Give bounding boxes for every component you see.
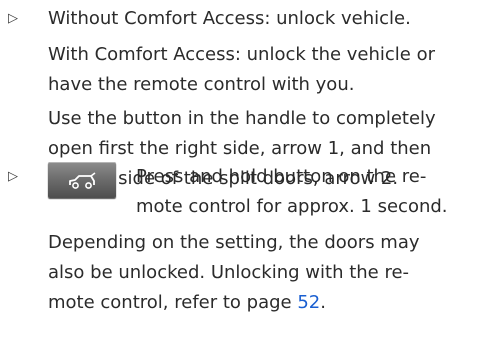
remote-tailgate-button — [48, 162, 116, 198]
list-item-1: Without Comfort Access: unlock vehicle. — [48, 4, 478, 34]
item1-line: Without Comfort Access: unlock vehicle. — [48, 8, 411, 29]
page-reference-link[interactable]: 52 — [297, 292, 320, 313]
paragraph-line: have the remote control with you. — [48, 74, 355, 95]
paragraph-line: Use the button in the handle to complete… — [48, 108, 436, 129]
line-prefix: mote control, refer to page — [48, 292, 298, 313]
paragraph-line: With Comfort Access: unlock the vehicle … — [48, 44, 436, 65]
tailgate-icon — [69, 172, 96, 189]
paragraph-line: Depending on the setting, the doors may — [48, 232, 420, 253]
paragraph-line: also be unlocked. Unlocking with the re- — [48, 262, 410, 283]
paragraph-line-with-link: mote control, refer to page 52. — [48, 288, 478, 318]
manual-page: ▷ Without Comfort Access: unlock vehicle… — [0, 0, 482, 353]
line-suffix: . — [320, 292, 326, 313]
item2-line: mote control for approx. 1 second. — [136, 196, 448, 217]
paragraph-line: open first the right side, arrow 1, and … — [48, 138, 432, 159]
bullet-marker: ▷ — [8, 169, 18, 184]
list-item-2: Press and hold button on the re- mote co… — [136, 162, 476, 222]
item1-paragraph-comfort: With Comfort Access: unlock the vehicle … — [48, 40, 478, 100]
bullet-marker: ▷ — [8, 11, 18, 26]
item2-line: Press and hold button on the re- — [136, 166, 427, 187]
item2-paragraph-unlocking: Depending on the setting, the doors may … — [48, 228, 478, 318]
